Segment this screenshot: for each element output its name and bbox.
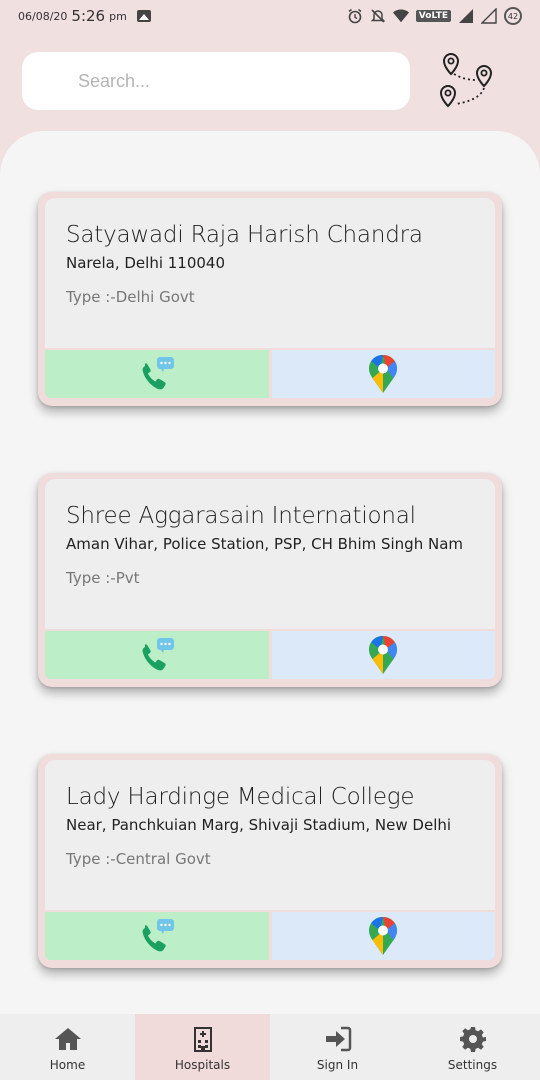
search-placeholder: Search... <box>78 70 151 91</box>
phone-chat-icon <box>142 638 174 671</box>
phone-chat-icon <box>142 357 174 390</box>
hospital-card[interactable]: Shree Aggarasain International Aman Viha… <box>38 473 502 687</box>
hospital-address: Near, Panchkuian Marg, Shivaji Stadium, … <box>66 816 452 834</box>
phone-chat-icon <box>142 919 174 952</box>
status-date: 06/08/20 <box>18 9 68 23</box>
hospital-type: Type :-Pvt <box>66 569 140 587</box>
hospital-card-actions <box>45 350 495 398</box>
hospital-card-actions <box>45 631 495 679</box>
google-maps-pin-icon <box>369 636 398 674</box>
nav-home-label: Home <box>49 1058 86 1072</box>
notifications-off-icon <box>370 8 386 24</box>
hospital-type: Type :-Delhi Govt <box>66 288 195 306</box>
nav-sign-in-label: Sign In <box>316 1058 359 1072</box>
hospital-name: Shree Aggarasain International <box>66 503 416 529</box>
google-maps-pin-icon <box>369 355 398 393</box>
battery-indicator: 42 <box>504 7 522 25</box>
status-time: 5:26 <box>71 7 106 25</box>
call-button[interactable] <box>45 912 269 960</box>
hospital-card-info: Satyawadi Raja Harish Chandra Narela, De… <box>45 198 495 348</box>
nav-settings-label: Settings <box>447 1058 498 1072</box>
hospital-address: Aman Vihar, Police Station, PSP, CH Bhim… <box>66 535 464 553</box>
bottom-navigation: Home Hospitals Sign In Settings <box>0 1014 540 1080</box>
route-map-button[interactable] <box>434 50 498 114</box>
hospital-card-info: Shree Aggarasain International Aman Viha… <box>45 479 495 629</box>
status-ampm: pm <box>109 9 127 23</box>
nav-hospitals[interactable]: Hospitals <box>135 1014 270 1080</box>
search-input[interactable]: Search... <box>22 52 410 110</box>
signal-empty-icon <box>481 8 497 24</box>
home-icon <box>54 1028 81 1050</box>
nav-hospitals-label: Hospitals <box>174 1058 231 1072</box>
gear-icon <box>459 1027 486 1052</box>
alarm-icon <box>347 8 363 24</box>
call-button[interactable] <box>45 350 269 398</box>
call-button[interactable] <box>45 631 269 679</box>
status-bar: 06/08/20 5:26 pm VoLTE 42 <box>0 0 540 32</box>
hospital-card-actions <box>45 912 495 960</box>
hospital-address: Narela, Delhi 110040 <box>66 254 226 272</box>
route-map-icon <box>439 52 493 108</box>
hospital-card[interactable]: Satyawadi Raja Harish Chandra Narela, De… <box>38 192 502 406</box>
gallery-notification-icon <box>136 10 151 22</box>
google-maps-pin-icon <box>369 917 398 955</box>
hospital-name: Lady Hardinge Medical College <box>66 784 415 810</box>
nav-sign-in[interactable]: Sign In <box>270 1014 405 1080</box>
hospital-card[interactable]: Lady Hardinge Medical College Near, Panc… <box>38 754 502 968</box>
sign-in-icon <box>325 1026 351 1052</box>
nav-home[interactable]: Home <box>0 1014 135 1080</box>
hospital-list-panel: Satyawadi Raja Harish Chandra Narela, De… <box>0 131 540 1031</box>
directions-button[interactable] <box>271 350 495 398</box>
status-icons: VoLTE 42 <box>347 7 522 25</box>
hospital-name: Satyawadi Raja Harish Chandra <box>66 222 423 248</box>
directions-button[interactable] <box>271 912 495 960</box>
signal-icon <box>458 8 474 24</box>
hospital-type: Type :-Central Govt <box>66 850 211 868</box>
hospital-card-info: Lady Hardinge Medical College Near, Panc… <box>45 760 495 910</box>
wifi-icon <box>392 8 409 24</box>
hospital-building-icon <box>193 1027 212 1052</box>
directions-button[interactable] <box>271 631 495 679</box>
nav-settings[interactable]: Settings <box>405 1014 540 1080</box>
volte-badge: VoLTE <box>415 10 451 22</box>
